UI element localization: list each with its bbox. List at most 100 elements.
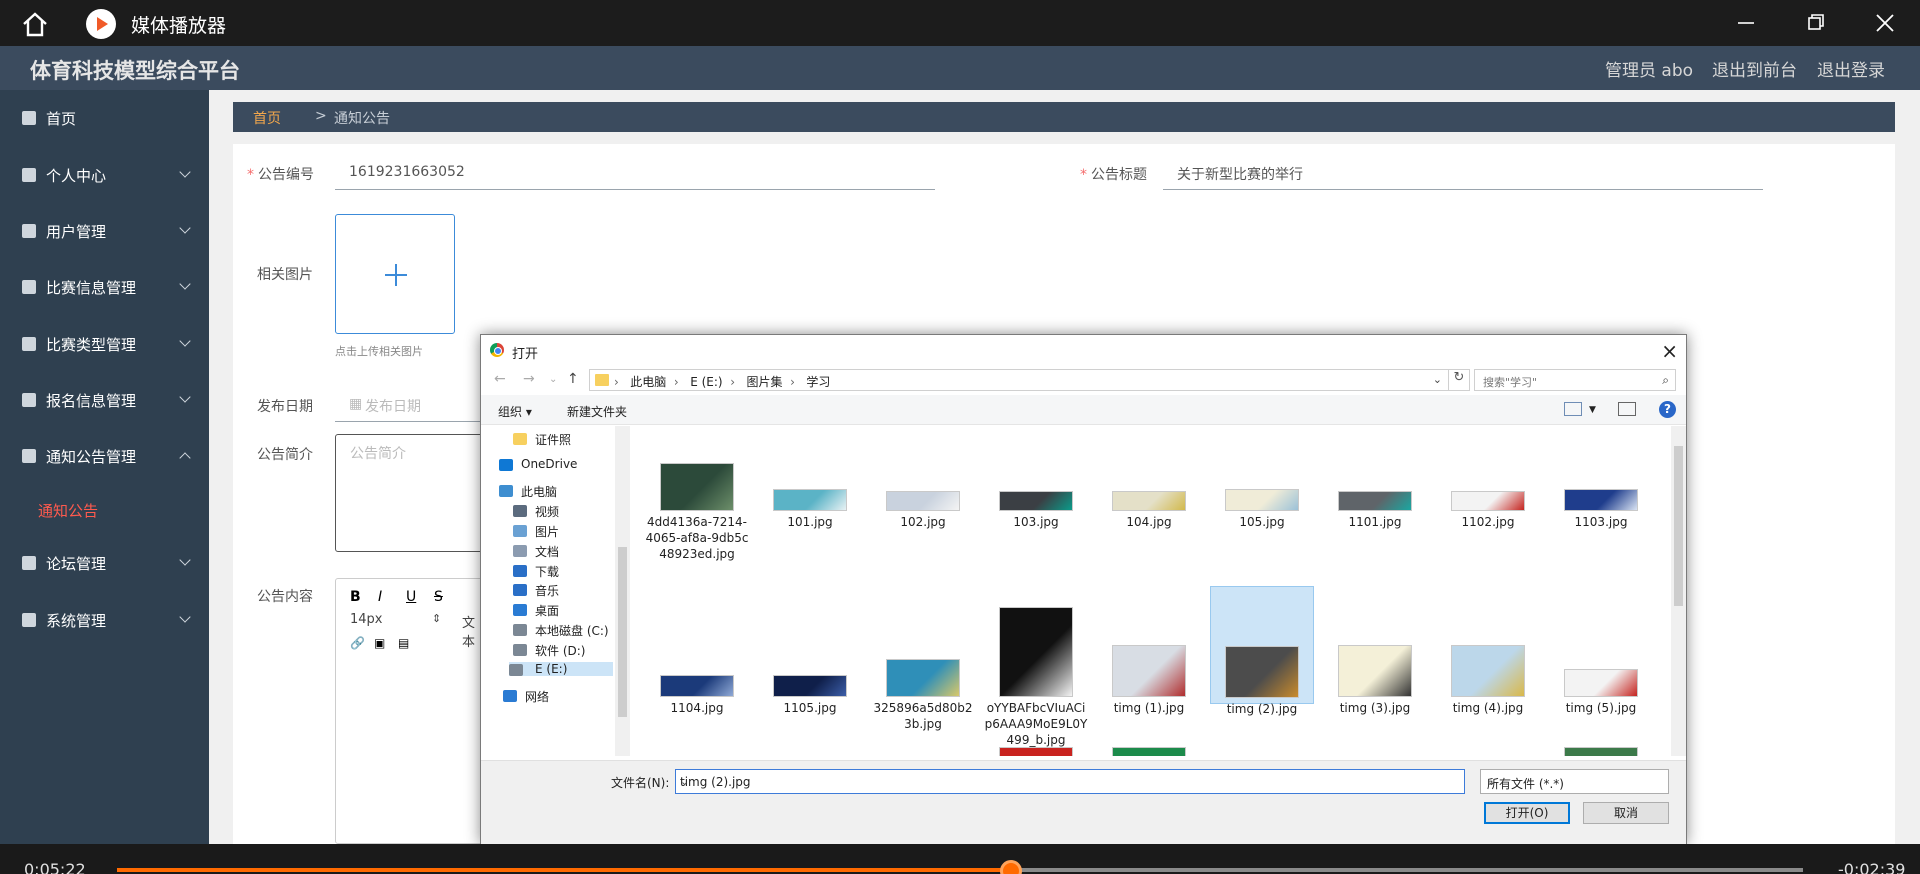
sidebar-item-registration[interactable]: 报名信息管理 (0, 378, 209, 422)
exit-to-frontend-link[interactable]: 退出到前台 (1712, 56, 1797, 81)
sidebar-item-system[interactable]: 系统管理 (0, 598, 209, 642)
content-editor[interactable]: B I U S 14px ⇕ 文本 🔗 ▣ ▤ (335, 578, 485, 844)
nav-scrollbar-thumb[interactable] (618, 547, 627, 717)
dialog-close-icon[interactable]: × (1661, 339, 1678, 363)
nav-item[interactable]: 此电脑 (499, 483, 557, 500)
back-arrow-icon[interactable]: ← (494, 371, 506, 387)
sidebar-item-notices[interactable]: 通知公告管理 (0, 434, 209, 478)
notice-no-field[interactable]: 1619231663052 (335, 154, 935, 190)
file-thumbnail[interactable] (1565, 748, 1637, 756)
font-size-select[interactable]: 14px (350, 612, 383, 627)
home-icon[interactable] (20, 10, 50, 38)
sidebar-item-profile[interactable]: 个人中心 (0, 153, 209, 197)
sidebar-item-match-type[interactable]: 比赛类型管理 (0, 322, 209, 366)
file-item[interactable]: timg (1).jpg (1097, 586, 1201, 715)
file-item[interactable]: timg (4).jpg (1436, 586, 1540, 715)
notice-title-field[interactable]: 关于新型比赛的举行 (1163, 154, 1763, 190)
file-item[interactable]: 103.jpg (984, 468, 1088, 586)
minimize-icon[interactable] (1735, 12, 1757, 34)
chevron-down-icon[interactable]: ⌄ (680, 775, 1459, 788)
underline-icon[interactable]: U (406, 589, 416, 605)
font-size-stepper-icon[interactable]: ⇕ (432, 612, 441, 625)
strikethrough-icon[interactable]: S (434, 589, 443, 605)
link-icon[interactable]: 🔗 (350, 636, 365, 650)
chevron-down-icon[interactable]: ⌄ (1433, 373, 1442, 386)
video-icon[interactable]: ▤ (398, 636, 409, 650)
path-pictures[interactable]: 图片集 (746, 375, 782, 389)
admin-user-link[interactable]: 管理员 abo (1605, 56, 1693, 81)
seek-bar[interactable] (117, 860, 1803, 874)
search-input[interactable]: 搜索"学习" ⌕ (1474, 369, 1676, 391)
refresh-icon[interactable]: ↻ (1448, 369, 1470, 391)
open-button[interactable]: 打开(O) (1484, 802, 1570, 824)
up-arrow-icon[interactable]: ↑ (567, 371, 579, 387)
seek-knob[interactable] (999, 860, 1022, 874)
file-item[interactable]: 1101.jpg (1323, 468, 1427, 586)
view-mode-icon[interactable] (1564, 402, 1582, 416)
nav-item[interactable]: 桌面 (513, 602, 559, 619)
file-item[interactable]: 101.jpg (758, 468, 862, 586)
sidebar-item-label: 比赛类型管理 (46, 336, 137, 354)
breadcrumb-home-link[interactable]: 首页 (253, 108, 281, 128)
file-item[interactable]: timg (5).jpg (1549, 586, 1653, 715)
file-scrollbar[interactable] (1671, 426, 1686, 756)
logout-link[interactable]: 退出登录 (1817, 56, 1885, 81)
file-item[interactable]: 102.jpg (871, 468, 975, 586)
nav-item[interactable]: 证件照 (513, 431, 571, 448)
summary-textarea[interactable]: 公告简介 (335, 434, 485, 552)
file-item[interactable]: timg (2).jpg (1210, 586, 1314, 716)
file-item[interactable]: oYYBAFbcVIuACip6AAA9MoE9L0Y499_b.jpg (984, 586, 1088, 747)
file-item[interactable]: 325896a5d80b23b.jpg (871, 586, 975, 731)
file-item[interactable]: 1102.jpg (1436, 468, 1540, 586)
nav-item[interactable]: 文档 (513, 543, 559, 560)
cancel-button[interactable]: 取消 (1583, 802, 1669, 824)
address-bar[interactable]: › 此电脑 › E (E:) › 图片集 › 学习 ⌄ (589, 369, 1449, 391)
forward-arrow-icon[interactable]: → (523, 371, 535, 387)
sidebar-item-home[interactable]: 首页 (0, 96, 209, 140)
nav-item[interactable]: 软件 (D:) (513, 642, 585, 659)
nav-item[interactable]: 音乐 (513, 582, 559, 599)
file-item[interactable]: 104.jpg (1097, 468, 1201, 586)
sidebar-subitem-notice[interactable]: 通知公告 (38, 500, 98, 521)
preview-pane-icon[interactable] (1618, 402, 1636, 416)
image-upload-button[interactable] (335, 214, 455, 334)
image-icon[interactable]: ▣ (374, 636, 385, 650)
nav-item[interactable]: OneDrive (499, 457, 577, 471)
sidebar-item-users[interactable]: 用户管理 (0, 209, 209, 253)
nav-item[interactable]: 视频 (513, 503, 559, 520)
path-this-pc[interactable]: 此电脑 (630, 375, 666, 389)
sidebar-item-match-info[interactable]: 比赛信息管理 (0, 265, 209, 309)
bold-icon[interactable]: B (350, 589, 361, 605)
file-item[interactable]: timg (3).jpg (1323, 586, 1427, 715)
restore-icon[interactable] (1805, 12, 1827, 34)
file-item[interactable]: 1103.jpg (1549, 468, 1653, 586)
help-icon[interactable]: ? (1659, 401, 1676, 418)
filename-input[interactable]: timg (2).jpg ⌄ (675, 769, 1465, 794)
nav-scrollbar[interactable] (615, 426, 630, 756)
organize-menu[interactable]: 组织 ▾ (498, 403, 532, 420)
file-thumbnail[interactable] (1000, 748, 1072, 756)
italic-icon[interactable]: I (378, 589, 382, 605)
recent-dropdown-icon[interactable]: ⌄ (549, 374, 557, 385)
close-icon[interactable] (1874, 12, 1896, 34)
path-drive-e[interactable]: E (E:) (690, 375, 722, 389)
file-item[interactable]: 1104.jpg (645, 586, 749, 715)
view-dropdown-icon[interactable]: ▼ (1589, 405, 1596, 415)
file-item[interactable]: 4dd4136a-7214-4065-af8a-9db5c48923ed.jpg (645, 464, 749, 586)
media-player-title: 媒体播放器 (131, 15, 227, 37)
nav-item[interactable]: 网络 (503, 688, 549, 705)
nav-item[interactable]: 下载 (513, 563, 559, 580)
file-thumbnail[interactable] (1113, 748, 1185, 756)
publish-date-input[interactable]: ▦ 发布日期 (335, 386, 495, 422)
nav-item[interactable]: 图片 (513, 523, 559, 540)
new-folder-button[interactable]: 新建文件夹 (567, 403, 627, 420)
path-separator: › (614, 375, 619, 389)
nav-item[interactable]: 本地磁盘 (C:) (513, 622, 609, 639)
file-item[interactable]: 105.jpg (1210, 468, 1314, 586)
path-study[interactable]: 学习 (806, 375, 830, 389)
sidebar-item-forum[interactable]: 论坛管理 (0, 541, 209, 585)
file-item[interactable]: 1105.jpg (758, 586, 862, 715)
nav-item[interactable]: E (E:) (509, 662, 613, 676)
filetype-select[interactable]: 所有文件 (*.*) ⌄ (1480, 769, 1669, 794)
file-scrollbar-thumb[interactable] (1674, 446, 1683, 606)
